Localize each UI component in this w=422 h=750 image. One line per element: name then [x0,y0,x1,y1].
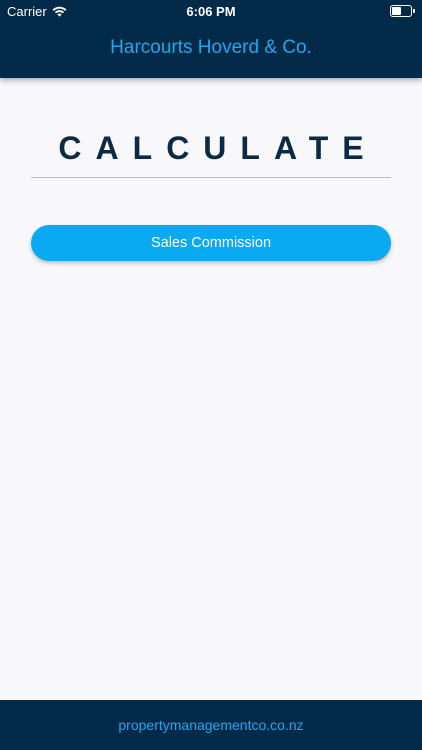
main-content: CALCULATE Sales Commission [0,78,422,700]
sales-commission-button[interactable]: Sales Commission [31,225,391,261]
status-time: 6:06 PM [186,4,236,19]
navigation-bar: Carrier 6:06 PM Harcourts Hoverd & Co. [0,0,422,78]
battery-icon [390,5,415,17]
footer-bar: propertymanagementco.co.nz [0,700,422,750]
page-heading: CALCULATE [58,130,378,166]
website-link[interactable]: propertymanagementco.co.nz [0,717,422,733]
heading-divider [31,177,391,178]
app-title: Harcourts Hoverd & Co. [110,37,312,58]
battery-level [392,7,401,15]
status-bar: Carrier 6:06 PM [0,0,422,22]
